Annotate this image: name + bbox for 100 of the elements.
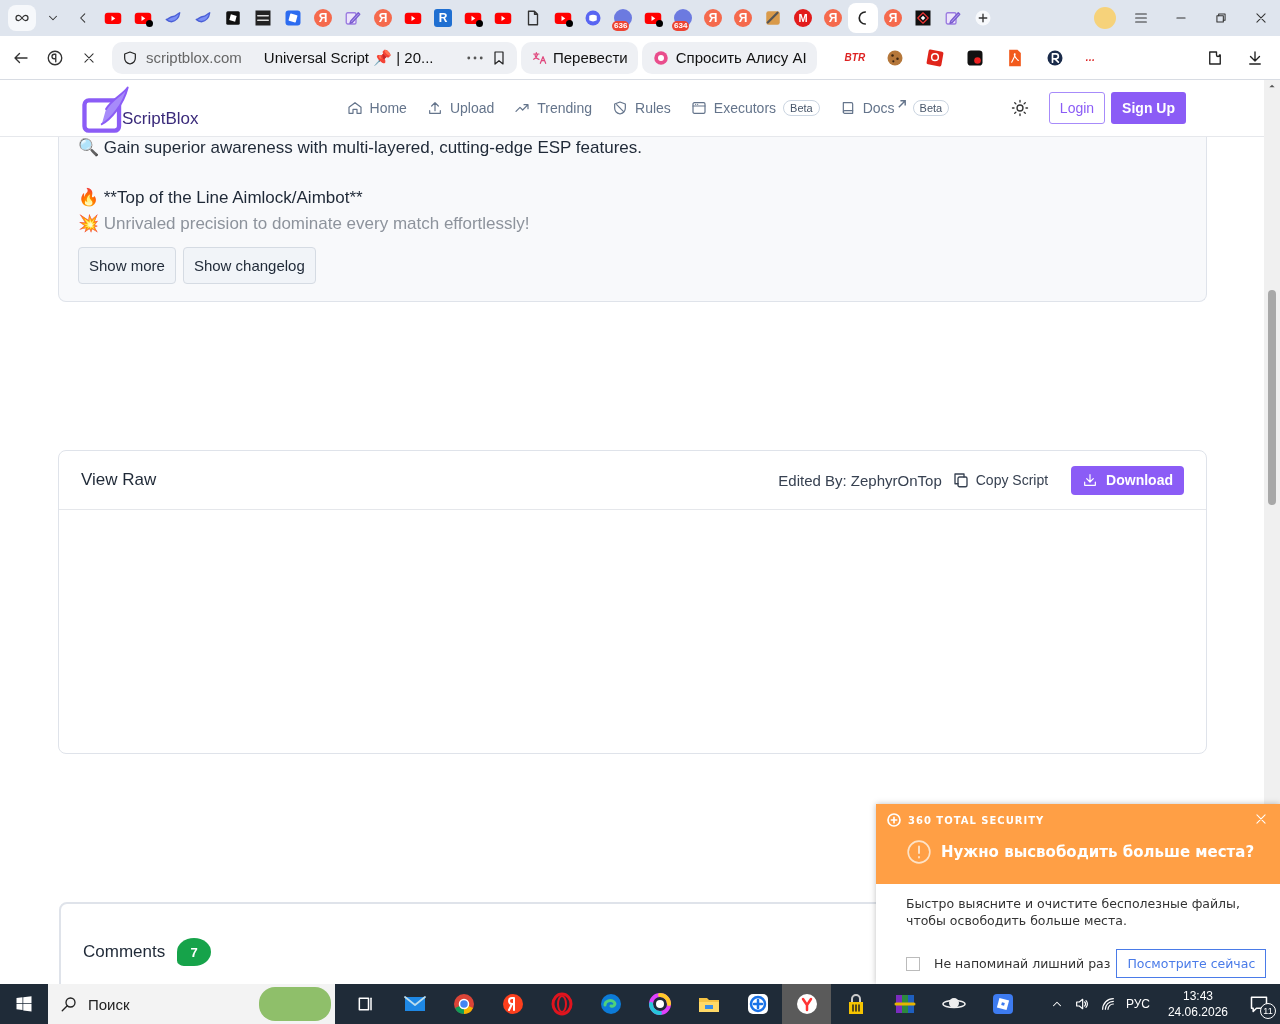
- menu-icon: [1133, 10, 1149, 26]
- audio-dot: [146, 20, 153, 27]
- download-icon: [1082, 472, 1099, 488]
- logo-icon: [254, 9, 272, 27]
- tab-favicon: M: [794, 9, 812, 27]
- search-icon: [60, 995, 78, 1013]
- tab-favicon: R: [434, 9, 452, 27]
- tab-favicon: Я: [314, 9, 332, 27]
- browser-tab[interactable]: M: [788, 3, 818, 33]
- comments-title: Comments: [83, 942, 166, 962]
- sign-up-button[interactable]: Sign Up: [1111, 92, 1186, 124]
- search-field[interactable]: Поиск: [48, 984, 335, 1024]
- tab-favicon: Я: [704, 9, 722, 27]
- shield-icon: [612, 100, 628, 116]
- upload-icon: [426, 100, 443, 116]
- checkbox-label: Не напоминай лишний раз: [934, 956, 1111, 971]
- nav-link[interactable]: Docs Beta: [839, 100, 950, 116]
- close-icon: [82, 50, 96, 65]
- checkbox[interactable]: [906, 956, 920, 971]
- card-title: View Raw: [81, 470, 157, 490]
- edited-by-text: Edited By: ZephyrOnTop: [778, 471, 942, 489]
- volume-icon: [1073, 996, 1090, 1012]
- address-bar[interactable]: scriptblox.com Universal Script 📌 | 20...: [112, 41, 517, 74]
- url-text: scriptblox.com: [146, 49, 242, 66]
- bookmark[interactable]: …: [1085, 52, 1096, 63]
- audio-dot: [656, 20, 663, 27]
- edge-icon: [598, 992, 623, 1016]
- translate-icon: [531, 49, 547, 66]
- copy-icon: [951, 471, 970, 489]
- archive-icon: [892, 992, 917, 1016]
- search-illustration: [259, 987, 331, 1021]
- plus-circle-icon: [886, 812, 902, 828]
- browser-tab[interactable]: Я: [728, 3, 758, 33]
- square-app-icon: [990, 992, 1015, 1016]
- browser-tab[interactable]: 636: [608, 3, 638, 33]
- description-line: 🔍 Gain superior awareness with multi-layered, cutting-edge ESP features.: [78, 137, 644, 159]
- browser-tab[interactable]: R: [428, 3, 458, 33]
- caret-up-icon: [1268, 82, 1276, 90]
- close-icon: [1254, 11, 1268, 25]
- square-icon: [224, 9, 242, 27]
- nav-link[interactable]: Trending: [514, 100, 592, 116]
- tab-favicon: Я: [824, 9, 842, 27]
- toggle-button[interactable]: Show changelog: [182, 247, 316, 284]
- toggle-button[interactable]: Show more: [78, 247, 176, 284]
- bookmark-icon: [491, 49, 507, 66]
- extensions-icon: [1206, 48, 1224, 67]
- scrollbar-thumb[interactable]: [1268, 290, 1276, 505]
- tab-favicon: Я: [884, 9, 902, 27]
- notification-body: Быстро выясните и очистите бесполезные файлы, чтобы освободить больше места.: [905, 895, 1241, 929]
- yandex-icon: [500, 992, 525, 1016]
- browser-tab[interactable]: Я: [878, 3, 908, 33]
- brand-name: 360 TOTAL SECURITY: [908, 814, 1045, 826]
- login-button[interactable]: Login: [1048, 92, 1106, 124]
- wifi-icon: [1099, 996, 1116, 1012]
- more-icon[interactable]: [467, 55, 483, 60]
- page-title: Universal Script 📌 | 20...: [263, 48, 435, 67]
- browser-tab[interactable]: Я: [818, 3, 848, 33]
- diamond-icon: [914, 9, 932, 27]
- notification-title: Нужно высвободить больше места?: [941, 843, 1255, 861]
- bookmark[interactable]: BTR: [844, 52, 866, 63]
- nav-link[interactable]: Executors Beta: [690, 100, 820, 116]
- audio-dot: [476, 20, 483, 27]
- browser-icon: [794, 992, 819, 1016]
- browser-tab[interactable]: Я: [368, 3, 398, 33]
- site-logo-text: ScriptBlox: [122, 109, 199, 129]
- windows-icon: [15, 995, 33, 1013]
- browser-tab[interactable]: 634: [668, 3, 698, 33]
- browser-tab[interactable]: Я: [308, 3, 338, 33]
- pen-icon: [344, 9, 362, 27]
- taskbar-app[interactable]: [782, 984, 831, 1024]
- nav-link[interactable]: Upload: [426, 100, 495, 116]
- tab-group-button[interactable]: [8, 5, 36, 31]
- color-wheel-icon: [647, 992, 672, 1016]
- browser-tab[interactable]: [848, 3, 878, 33]
- chat-icon: [584, 9, 602, 27]
- ask-alice-button[interactable]: Спросить Алису AI: [641, 41, 817, 74]
- shield-icon: [122, 49, 138, 66]
- download-button[interactable]: Download: [1071, 465, 1184, 495]
- clock-date[interactable]: 24.06.2026: [1167, 1004, 1228, 1020]
- nav-link[interactable]: Home: [346, 100, 407, 116]
- translate-button[interactable]: Перевести: [521, 41, 638, 74]
- close-icon: [1254, 812, 1268, 826]
- language-indicator[interactable]: РУС: [1125, 997, 1150, 1011]
- chrome-icon: [451, 992, 476, 1016]
- description-line: 🔥 **Top of the Line Aimlock/Aimbot**: [78, 187, 364, 209]
- audio-dot: [566, 20, 573, 27]
- clock-time[interactable]: 13:43: [1182, 988, 1213, 1004]
- comment-count-badge: 7: [177, 938, 212, 966]
- opera-icon: [549, 992, 574, 1016]
- warning-circle-icon: [906, 839, 932, 865]
- window-icon: [690, 100, 707, 116]
- copy-script-button[interactable]: Copy Script: [951, 471, 1049, 489]
- restore-icon: [1214, 11, 1228, 25]
- circle-letter-icon: [46, 48, 64, 67]
- image-icon: [764, 9, 782, 27]
- nav-link[interactable]: Rules: [612, 100, 671, 116]
- browser-tab[interactable]: Я: [698, 3, 728, 33]
- view-now-button[interactable]: Посмотрите сейчас: [1116, 949, 1267, 978]
- tile-icon: [284, 9, 302, 27]
- tab-count-badge: 636: [612, 21, 630, 31]
